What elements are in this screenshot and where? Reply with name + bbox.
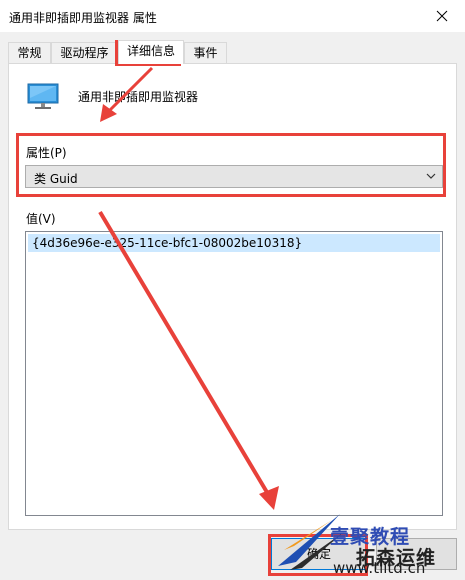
property-dropdown[interactable]: 类 Guid bbox=[25, 165, 443, 188]
window-title: 通用非即插即用监视器 属性 bbox=[9, 11, 157, 25]
close-icon bbox=[436, 10, 448, 22]
device-name: 通用非即插即用监视器 bbox=[78, 90, 199, 104]
tab-bar: 常规 驱动程序 详细信息 事件 bbox=[8, 40, 457, 64]
cancel-button[interactable] bbox=[376, 538, 457, 570]
ok-button[interactable]: 确定 bbox=[271, 538, 367, 570]
chevron-down-icon bbox=[426, 173, 436, 179]
tab-events[interactable]: 事件 bbox=[184, 42, 227, 63]
list-item[interactable]: {4d36e96e-e325-11ce-bfc1-08002be10318} bbox=[28, 234, 440, 252]
value-list[interactable]: {4d36e96e-e325-11ce-bfc1-08002be10318} bbox=[25, 231, 443, 516]
property-selected-value: 类 Guid bbox=[34, 172, 78, 186]
value-label: 值(V) bbox=[26, 212, 56, 226]
tab-driver[interactable]: 驱动程序 bbox=[51, 42, 118, 63]
monitor-icon bbox=[27, 83, 59, 109]
property-label: 属性(P) bbox=[26, 146, 67, 160]
tab-details[interactable]: 详细信息 bbox=[118, 40, 184, 64]
tab-general[interactable]: 常规 bbox=[8, 42, 51, 63]
close-button[interactable] bbox=[419, 0, 465, 32]
title-bar: 通用非即插即用监视器 属性 bbox=[0, 0, 465, 32]
details-panel: 通用非即插即用监视器 属性(P) 类 Guid 值(V) {4d36e96e-e… bbox=[8, 63, 457, 530]
